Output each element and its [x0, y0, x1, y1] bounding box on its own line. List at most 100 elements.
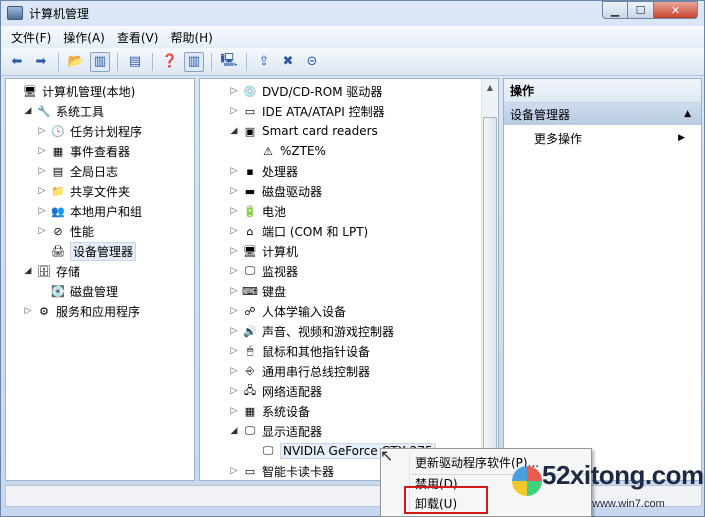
actions-section-device-manager[interactable]: 设备管理器 ▲ [504, 103, 701, 125]
tree-item-label: 设备管理器 [70, 241, 137, 261]
watermark-text: 52xitong.com [542, 460, 704, 490]
vertical-scrollbar[interactable]: ▲ ▼ [481, 79, 498, 480]
collapsed-triangle-icon[interactable]: ▷ [228, 286, 240, 296]
collapse-triangle-icon[interactable]: ▲ [684, 109, 691, 119]
tree-item-label: 声音、视频和游戏控制器 [262, 324, 395, 339]
expanded-triangle-icon[interactable]: ◢ [22, 106, 34, 116]
tree-item[interactable]: ▷ ▦ 系统设备 [228, 401, 310, 421]
event-viewer-icon: ▦ [52, 144, 64, 158]
collapsed-triangle-icon[interactable]: ▷ [228, 306, 240, 316]
collapsed-triangle-icon[interactable]: ▷ [228, 246, 240, 256]
expanded-triangle-icon[interactable]: ◢ [228, 126, 240, 136]
title-bar: 计算机管理 ▁ ☐ ✕ [1, 1, 704, 25]
tree-item-label: 监视器 [262, 264, 299, 279]
tools-icon: 🔧 [37, 104, 51, 118]
tree-item[interactable]: ▷ 🔊 声音、视频和游戏控制器 [228, 321, 394, 341]
show-hide-tree-icon[interactable]: ▥ [90, 51, 110, 72]
action-pane-icon[interactable]: ▥ [184, 51, 204, 72]
tree-item[interactable]: ◢ 🖵 显示适配器 [228, 421, 322, 441]
collapsed-triangle-icon[interactable]: ▷ [22, 306, 34, 316]
collapsed-triangle-icon[interactable]: ▷ [36, 186, 48, 196]
collapsed-triangle-icon[interactable]: ▷ [228, 186, 240, 196]
collapsed-triangle-icon[interactable]: ▷ [228, 406, 240, 416]
tree-item[interactable]: ▷ ⚙ 服务和应用程序 [22, 301, 140, 321]
maximize-button[interactable]: ☐ [628, 1, 654, 19]
tree-item[interactable]: ▷ ⎆ 通用串行总线控制器 [228, 361, 370, 381]
collapsed-triangle-icon[interactable]: ▷ [228, 106, 240, 116]
tree-item[interactable]: ◢ ▣ Smart card readers [228, 121, 378, 141]
tree-item[interactable]: ▷ 🖧 网络适配器 [228, 381, 322, 401]
collapsed-triangle-icon[interactable]: ▷ [228, 86, 240, 96]
collapsed-triangle-icon[interactable]: ▷ [228, 346, 240, 356]
tree-item[interactable]: ▷ 🖥 计算机 [228, 241, 298, 261]
tree-item[interactable]: ▷ ▭ IDE ATA/ATAPI 控制器 [228, 101, 385, 121]
close-button[interactable]: ✕ [654, 1, 698, 19]
collapsed-triangle-icon[interactable]: ▷ [36, 126, 48, 136]
tree-item[interactable]: ▷ 🔋 电池 [228, 201, 286, 221]
tree-item[interactable]: 🖨 设备管理器 [36, 241, 137, 261]
tree-item[interactable]: 💽 磁盘管理 [36, 281, 118, 301]
actions-section-label: 设备管理器 [510, 107, 571, 122]
tree-item[interactable]: ▷ ▪ 处理器 [228, 161, 298, 181]
display-adapter-icon: 🖵 [262, 444, 274, 457]
scroll-up-arrow-icon[interactable]: ▲ [482, 79, 498, 96]
tree-item[interactable]: 🖥 计算机管理(本地) [8, 81, 135, 101]
collapsed-triangle-icon[interactable]: ▷ [228, 166, 240, 176]
tree-item[interactable]: ▷ ⌂ 端口 (COM 和 LPT) [228, 221, 369, 241]
back-arrow-icon[interactable]: ⬅ [7, 52, 27, 72]
menu-file[interactable]: 文件(F) [5, 29, 57, 46]
collapsed-triangle-icon[interactable]: ▷ [36, 166, 48, 176]
tree-item[interactable]: ▷ ⌨ 键盘 [228, 281, 286, 301]
forward-arrow-icon[interactable]: ➡ [31, 52, 51, 72]
expanded-triangle-icon[interactable]: ◢ [22, 266, 34, 276]
menu-bar: 文件(F) 操作(A) 查看(V) 帮助(H) [1, 26, 704, 48]
mouse-cursor-icon: ↖ [380, 446, 394, 465]
tree-item[interactable]: ⚠ %ZTE% [246, 141, 326, 161]
properties-icon[interactable]: ▤ [125, 52, 145, 72]
tree-item[interactable]: ▷ ▭ 智能卡读卡器 [228, 461, 334, 480]
tree-item-label: 存储 [56, 264, 81, 279]
minimize-button[interactable]: ▁ [602, 1, 628, 19]
menu-view[interactable]: 查看(V) [111, 29, 165, 46]
collapsed-triangle-icon[interactable]: ▷ [228, 266, 240, 276]
tree-item[interactable]: ▷ ▬ 磁盘驱动器 [228, 181, 322, 201]
expanded-triangle-icon[interactable]: ◢ [228, 426, 240, 436]
scrollbar-thumb[interactable] [483, 117, 497, 469]
collapsed-triangle-icon[interactable]: ▷ [228, 226, 240, 236]
tree-item[interactable]: ▷ ▦ 事件查看器 [36, 141, 130, 161]
menu-action[interactable]: 操作(A) [57, 29, 111, 46]
port-icon: ⌂ [246, 224, 254, 238]
disable-device-icon[interactable]: ⊝ [302, 52, 322, 72]
tree-item[interactable]: ▷ 👥 本地用户和组 [36, 201, 142, 221]
tree-item[interactable]: ▷ 💿 DVD/CD-ROM 驱动器 [228, 81, 383, 101]
collapsed-triangle-icon[interactable]: ▷ [36, 206, 48, 216]
scan-hardware-icon[interactable]: 🖳 [219, 52, 239, 72]
collapsed-triangle-icon[interactable]: ▷ [228, 206, 240, 216]
update-driver-icon[interactable]: ⇪ [254, 52, 274, 72]
up-folder-icon[interactable]: 📂 [66, 52, 86, 72]
tree-item[interactable]: ▷ 📁 共享文件夹 [36, 181, 130, 201]
collapsed-triangle-icon[interactable]: ▷ [228, 366, 240, 376]
tree-item[interactable]: ▷ 🕓 任务计划程序 [36, 121, 142, 141]
tree-item[interactable]: ▷ 🖱 鼠标和其他指针设备 [228, 341, 370, 361]
tree-item[interactable]: ▷ ▤ 全局日志 [36, 161, 118, 181]
device-tree-pane: ▲ ▼ ▷💿DVD/CD-ROM 驱动器▷▭IDE ATA/ATAPI 控制器◢… [199, 78, 499, 481]
network-adapter-icon: 🖧 [243, 383, 257, 397]
tree-item[interactable]: ◢ 🗄 存储 [22, 261, 80, 281]
collapsed-triangle-icon[interactable]: ▷ [228, 466, 240, 476]
collapsed-triangle-icon[interactable]: ▷ [36, 226, 48, 236]
toolbar-separator [58, 52, 59, 71]
tree-item-label: 磁盘管理 [70, 284, 119, 299]
collapsed-triangle-icon[interactable]: ▷ [36, 146, 48, 156]
collapsed-triangle-icon[interactable]: ▷ [228, 386, 240, 396]
uninstall-device-icon[interactable]: ✖ [278, 52, 298, 72]
help-icon[interactable]: ❓ [160, 52, 180, 72]
tree-item[interactable]: ▷ ⊘ 性能 [36, 221, 94, 241]
battery-icon: 🔋 [243, 204, 257, 218]
tree-item[interactable]: ◢ 🔧 系统工具 [22, 101, 104, 121]
collapsed-triangle-icon[interactable]: ▷ [228, 326, 240, 336]
more-actions-item[interactable]: 更多操作 ▶ [504, 127, 701, 149]
menu-help[interactable]: 帮助(H) [164, 29, 218, 46]
tree-item[interactable]: ▷ ☍ 人体学输入设备 [228, 301, 346, 321]
tree-item[interactable]: ▷ 🖵 监视器 [228, 261, 298, 281]
